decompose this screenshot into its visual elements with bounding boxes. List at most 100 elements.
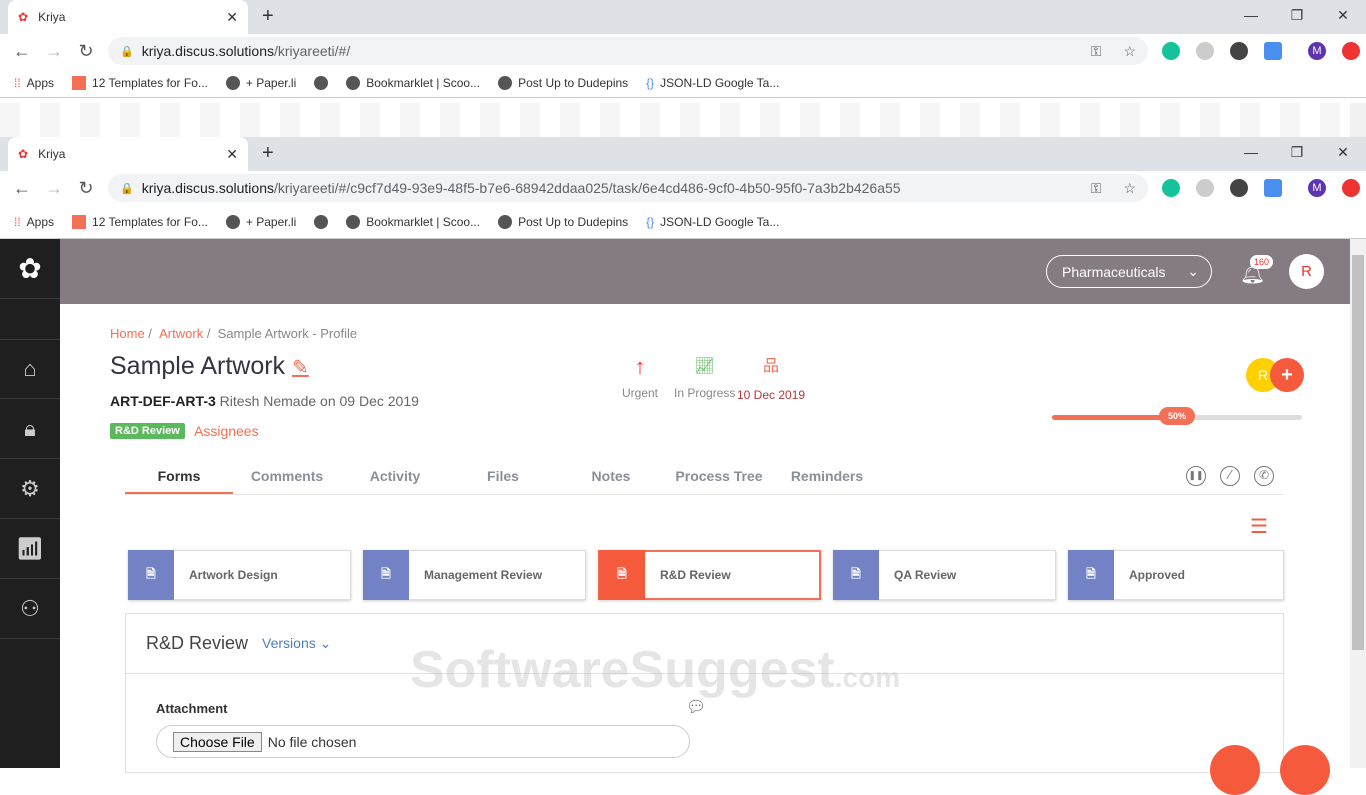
tab-process-tree[interactable]: Process Tree — [665, 458, 773, 494]
stage-card[interactable]: 🗎 Approved — [1068, 550, 1284, 600]
close-window-button[interactable]: ✕ — [1320, 137, 1366, 167]
forward-icon[interactable]: → — [38, 178, 70, 199]
progress-slider[interactable]: 50% — [1052, 407, 1302, 425]
bookmark[interactable]: {} JSON-LD Google Ta... — [646, 215, 779, 229]
bookmark-apps[interactable]: ⁞⁞ Apps — [14, 215, 54, 229]
key-icon[interactable]: ⚿ — [1091, 43, 1102, 60]
extension-icon[interactable] — [1264, 42, 1282, 60]
key-icon[interactable]: ⚿ — [1091, 180, 1102, 197]
scrollbar[interactable] — [1350, 103, 1366, 137]
tab-forms[interactable]: Forms — [125, 458, 233, 494]
back-icon[interactable]: ← — [6, 41, 38, 62]
versions-dropdown[interactable]: Versions ⌄ — [262, 635, 331, 652]
add-assignee-button[interactable]: + — [1270, 358, 1304, 392]
reload-icon[interactable]: ↻ — [70, 41, 102, 62]
new-tab-button[interactable]: + — [262, 5, 274, 28]
browser-tab[interactable]: ✿ Kriya ✕ — [8, 0, 248, 34]
bookmark-apps[interactable]: ⁞⁞ Apps — [14, 76, 54, 90]
breadcrumb-artwork[interactable]: Artwork — [159, 326, 203, 341]
edit-pencil-icon[interactable]: ✎ — [292, 357, 309, 379]
assignees-link[interactable]: Assignees — [194, 423, 259, 439]
bookmark[interactable]: 12 Templates for Fo... — [72, 75, 208, 90]
workspace-select[interactable]: Pharmaceuticals ⌄ — [1046, 255, 1212, 288]
bookmark[interactable]: + Paper.li — [225, 75, 296, 90]
star-icon[interactable]: ☆ — [1123, 43, 1136, 60]
progress-status[interactable]: 📈︎ In Progress — [674, 356, 735, 400]
phone-icon[interactable]: ✆ — [1254, 466, 1274, 486]
stage-card-active[interactable]: 🗎 R&D Review — [598, 550, 821, 600]
tab-activity[interactable]: Activity — [341, 458, 449, 494]
bookmark[interactable] — [314, 214, 329, 229]
browser-tab[interactable]: ✿ Kriya ✕ — [8, 137, 248, 171]
tab-files[interactable]: Files — [449, 458, 557, 494]
bookmark[interactable]: 12 Templates for Fo... — [72, 214, 208, 229]
minimize-button[interactable]: — — [1228, 0, 1274, 30]
users-icon[interactable]: ⚇ — [0, 579, 60, 639]
bookmark[interactable] — [314, 75, 329, 90]
restore-button[interactable]: ❐ — [1274, 0, 1320, 30]
task-tabs: Forms Comments Activity Files Notes Proc… — [125, 458, 1283, 495]
bookmark[interactable]: + Paper.li — [225, 214, 296, 229]
priority-status[interactable]: ↑ Urgent — [622, 356, 658, 401]
list-view-icon[interactable]: ☰ — [1250, 514, 1268, 539]
profile-avatar[interactable]: M — [1308, 179, 1326, 197]
bookmark[interactable]: {} JSON-LD Google Ta... — [646, 76, 779, 90]
scrollbar-thumb[interactable] — [1352, 255, 1364, 650]
progress-knob[interactable]: 50% — [1158, 407, 1196, 425]
lock-icon[interactable]: 🔒︎ — [0, 399, 60, 459]
cancel-icon[interactable]: ⁄ — [1220, 466, 1240, 486]
menu-fab-button[interactable] — [1280, 745, 1330, 795]
notification-badge: 160 — [1250, 255, 1274, 269]
stage-card[interactable]: 🗎 QA Review — [833, 550, 1056, 600]
star-icon[interactable]: ☆ — [1123, 180, 1136, 197]
bookmark[interactable]: Post Up to Dudepins — [498, 75, 628, 90]
new-tab-button[interactable]: + — [262, 142, 274, 165]
close-tab-icon[interactable]: ✕ — [226, 146, 238, 163]
file-input[interactable]: Choose File No file chosen — [156, 725, 690, 758]
sidebar: ✿ ⌂ 🔒︎ ⚙ 📶︎ ⚇ — [0, 239, 60, 768]
due-date-status[interactable]: 品 10 Dec 2019 — [737, 356, 805, 402]
chat-fab-button[interactable] — [1210, 745, 1260, 795]
extension-icon[interactable] — [1196, 179, 1214, 197]
home-icon[interactable]: ⌂ — [0, 339, 60, 399]
reload-icon[interactable]: ↻ — [70, 178, 102, 199]
globe-icon — [498, 75, 513, 90]
braces-icon: {} — [646, 214, 655, 229]
bookmark[interactable]: Post Up to Dudepins — [498, 214, 628, 229]
extension-icon[interactable] — [1196, 42, 1214, 60]
hubspot-icon — [72, 214, 87, 229]
tab-comments[interactable]: Comments — [233, 458, 341, 494]
comment-icon[interactable]: 💬︎ — [686, 697, 706, 717]
address-bar[interactable]: 🔒 kriya.discus.solutions/kriyareeti/#/c9c… — [108, 174, 1148, 202]
grammarly-icon[interactable] — [1162, 42, 1180, 60]
extension-icon[interactable] — [1230, 42, 1248, 60]
globe-icon — [225, 214, 240, 229]
profile-avatar[interactable]: M — [1308, 42, 1326, 60]
forward-icon[interactable]: → — [38, 41, 70, 62]
extension-icon[interactable] — [1264, 179, 1282, 197]
gear-icon[interactable]: ⚙ — [0, 459, 60, 519]
choose-file-button[interactable]: Choose File — [173, 731, 262, 752]
kriya-logo-icon[interactable]: ✿ — [0, 239, 60, 299]
tab-notes[interactable]: Notes — [557, 458, 665, 494]
extension-icon[interactable] — [1342, 179, 1360, 197]
bookmark[interactable]: Bookmarklet | Scoo... — [346, 214, 480, 229]
close-window-button[interactable]: ✕ — [1320, 0, 1366, 30]
breadcrumb-home[interactable]: Home — [110, 326, 145, 341]
minimize-button[interactable]: — — [1228, 137, 1274, 167]
tab-reminders[interactable]: Reminders — [773, 458, 881, 494]
close-tab-icon[interactable]: ✕ — [226, 9, 238, 26]
back-icon[interactable]: ← — [6, 178, 38, 199]
bookmark[interactable]: Bookmarklet | Scoo... — [346, 75, 480, 90]
pause-icon[interactable]: ❚❚ — [1186, 466, 1206, 486]
grammarly-icon[interactable] — [1162, 179, 1180, 197]
analytics-icon[interactable]: 📶︎ — [0, 519, 60, 579]
restore-button[interactable]: ❐ — [1274, 137, 1320, 167]
extension-icon[interactable] — [1230, 179, 1248, 197]
scrollbar[interactable] — [1350, 239, 1366, 768]
user-avatar[interactable]: R — [1289, 254, 1324, 289]
stage-card[interactable]: 🗎 Management Review — [363, 550, 586, 600]
address-bar[interactable]: 🔒 kriya.discus.solutions/kriyareeti/#/⚿ ☆ — [108, 37, 1148, 65]
stage-card[interactable]: 🗎 Artwork Design — [128, 550, 351, 600]
extension-icon[interactable] — [1342, 42, 1360, 60]
